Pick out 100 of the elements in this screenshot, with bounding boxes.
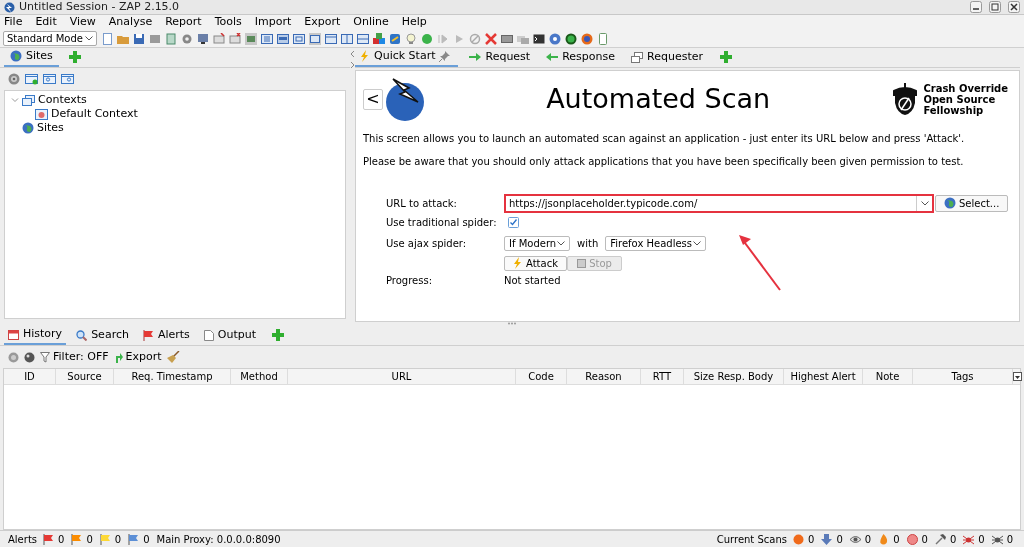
- cross-icon[interactable]: [485, 32, 497, 45]
- alert-count: 0: [143, 532, 150, 547]
- keyboard-icon[interactable]: [501, 32, 513, 45]
- column-header[interactable]: Size Resp. Body: [684, 369, 784, 384]
- attack-button[interactable]: Attack: [504, 255, 567, 271]
- layout-icon[interactable]: [277, 32, 289, 45]
- blocks-icon[interactable]: [373, 32, 385, 45]
- close-icon[interactable]: [1008, 1, 1020, 13]
- menu-item[interactable]: File: [4, 14, 23, 31]
- workspace-tab[interactable]: Quick Start: [355, 47, 459, 67]
- column-header[interactable]: URL: [288, 369, 516, 384]
- column-header[interactable]: Reason: [567, 369, 641, 384]
- layout-icon[interactable]: [293, 32, 305, 45]
- pin-icon[interactable]: [439, 50, 451, 62]
- column-header[interactable]: RTT: [641, 369, 684, 384]
- column-header[interactable]: Highest Alert: [784, 369, 863, 384]
- mode-dropdown[interactable]: Standard Mode: [3, 31, 97, 46]
- help-icon[interactable]: [549, 32, 561, 45]
- calendar-icon: [8, 328, 19, 340]
- menu-item[interactable]: Import: [254, 14, 292, 31]
- menu-item[interactable]: Export: [304, 14, 341, 31]
- export-button[interactable]: Export: [113, 348, 162, 366]
- context-icon: [35, 108, 48, 120]
- ball-icon[interactable]: [24, 351, 35, 363]
- menu-item[interactable]: Report: [165, 14, 202, 31]
- page-icon[interactable]: [101, 32, 113, 45]
- workspace-tab[interactable]: Request: [464, 47, 536, 67]
- new-context-icon[interactable]: [25, 73, 38, 85]
- bulb-icon[interactable]: [405, 32, 417, 45]
- alert-count: 0: [114, 532, 122, 547]
- add-tab-icon[interactable]: [272, 329, 285, 341]
- hammer-icon: [934, 533, 946, 545]
- dropdown[interactable]: If Modern: [504, 235, 570, 251]
- column-header[interactable]: ID: [4, 369, 56, 384]
- scan-count: 0: [921, 532, 928, 547]
- stop-icon: [577, 258, 587, 268]
- dropdown[interactable]: Firefox Headless: [605, 235, 707, 251]
- browser-icon[interactable]: [581, 32, 593, 45]
- export-arrow-icon: [113, 351, 123, 363]
- column-header[interactable]: Req. Timestamp: [114, 369, 231, 384]
- tablet-icon[interactable]: [597, 32, 609, 45]
- flame-icon: [878, 533, 890, 545]
- workspace-tab[interactable]: Response: [541, 47, 620, 67]
- progress-status: Not started: [504, 273, 561, 288]
- panel-tab[interactable]: Sites: [4, 47, 59, 67]
- add-tab-icon[interactable]: [720, 51, 732, 63]
- document-icon[interactable]: [165, 32, 177, 45]
- window-icon[interactable]: [229, 32, 241, 45]
- intro-text: This screen allows you to launch an automated scan against an application - just enter its URL below and press 'Attack'.: [363, 132, 966, 146]
- bug-icon: [991, 533, 1003, 545]
- menu-item[interactable]: View: [69, 14, 96, 31]
- add-tab-icon[interactable]: [68, 51, 81, 63]
- broom-icon[interactable]: [166, 351, 180, 363]
- panel-tab[interactable]: History: [4, 325, 67, 345]
- minimize-icon[interactable]: [970, 1, 982, 13]
- import-context-icon[interactable]: [43, 73, 56, 85]
- panel-tab[interactable]: Search: [72, 325, 133, 345]
- maximize-icon[interactable]: [989, 1, 1001, 13]
- column-menu-icon[interactable]: [1013, 372, 1022, 381]
- contexts-icon: [22, 94, 35, 106]
- circle-icon[interactable]: [421, 32, 433, 45]
- column-header[interactable]: Note: [863, 369, 913, 384]
- field-label: URL to attack:: [386, 196, 458, 211]
- circle-icon: [906, 533, 918, 545]
- target-icon[interactable]: [8, 351, 19, 363]
- alert-count: 0: [86, 532, 93, 547]
- menu-item[interactable]: Help: [401, 14, 427, 31]
- field-label: Progress:: [386, 273, 434, 288]
- select-button[interactable]: Select...: [935, 194, 1009, 212]
- stop-icon[interactable]: [469, 32, 481, 45]
- url-field[interactable]: https://jsonplaceholder.typicode.com/: [504, 193, 934, 213]
- filter-button[interactable]: Filter: OFF: [40, 348, 109, 366]
- menu-item[interactable]: Edit: [35, 14, 57, 31]
- back-button[interactable]: <: [363, 88, 383, 110]
- spider-icon: [963, 533, 975, 545]
- layout-icon[interactable]: [309, 32, 321, 45]
- menu-item[interactable]: Analyse: [108, 14, 153, 31]
- splitter-handle-icon[interactable]: [507, 322, 517, 325]
- panel-tab[interactable]: Alerts: [138, 325, 194, 345]
- checkbox[interactable]: [508, 216, 519, 228]
- column-header[interactable]: Method: [231, 369, 288, 384]
- layout-icon[interactable]: [325, 32, 337, 45]
- menu-item[interactable]: Tools: [214, 14, 242, 31]
- monitor-icon[interactable]: [197, 32, 209, 45]
- layout-icon[interactable]: [261, 32, 273, 45]
- menu-item[interactable]: Online: [353, 14, 389, 31]
- proxy-status: Main Proxy: 0.0.0.0:8090: [156, 532, 281, 547]
- export-context-icon[interactable]: [61, 73, 74, 85]
- workspace-tab[interactable]: Requester: [626, 47, 708, 67]
- column-header[interactable]: Code: [516, 369, 567, 384]
- caret-icon: [920, 200, 929, 206]
- panel-tab[interactable]: Output: [199, 325, 261, 345]
- terminal-icon[interactable]: [533, 32, 545, 45]
- ring-icon[interactable]: [565, 32, 577, 45]
- target-icon[interactable]: [8, 73, 20, 85]
- layout-icon[interactable]: [341, 32, 353, 45]
- layout-icon[interactable]: [357, 32, 369, 45]
- column-header[interactable]: Source: [56, 369, 114, 384]
- globe-icon: [10, 50, 22, 62]
- left-arrow-icon: [546, 53, 559, 61]
